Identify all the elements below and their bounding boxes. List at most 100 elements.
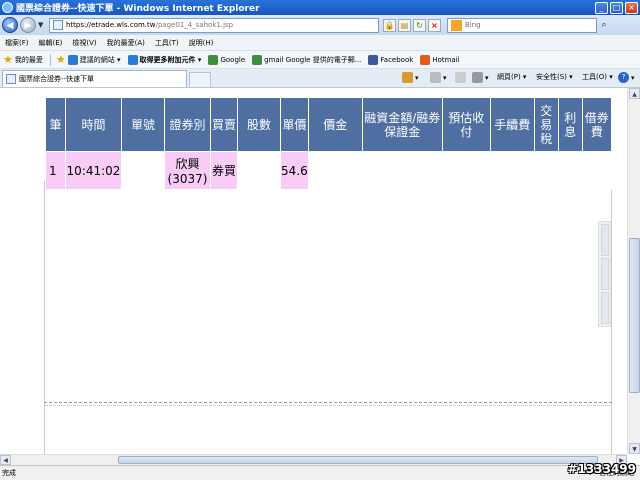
page-content: 筆 時間 單號 證券別 買賣 股數 單價 價金 融資金額/融券保證金 預估收付 … — [0, 88, 627, 454]
column-header: 交易稅 — [533, 97, 559, 152]
menu-file[interactable]: 檔案(F) — [5, 38, 29, 48]
scroll-segment — [601, 224, 609, 256]
search-box[interactable] — [447, 17, 597, 33]
navigation-bar: ◀ ▶ ▼ https://etrade.wls.com.tw/page01_4… — [0, 15, 640, 35]
scroll-down-icon[interactable]: ▼ — [629, 443, 640, 454]
column-header: 融資金額/融券保證金 — [361, 97, 443, 152]
address-tools: 🔒 ▤ ↻ × — [383, 18, 443, 32]
column-header: 單號 — [121, 97, 165, 152]
order-table: 筆 時間 單號 證券別 買賣 股數 單價 價金 融資金額/融券保證金 預估收付 … — [45, 97, 612, 190]
column-header: 手續費 — [489, 97, 535, 152]
minimize-button[interactable]: _ — [595, 1, 608, 14]
column-header: 時間 — [65, 97, 122, 152]
ie-icon — [67, 54, 78, 65]
column-header: 股數 — [237, 97, 281, 152]
forward-button[interactable]: ▶ — [20, 17, 36, 33]
scroll-left-icon[interactable]: ◀ — [0, 455, 11, 465]
title-bar: 國票綜合證券--快速下單 - Windows Internet Explorer… — [0, 0, 640, 15]
maximize-button[interactable]: □ — [610, 1, 623, 14]
print-icon — [472, 72, 483, 83]
status-bar: 完成 ✔ 信任的網站 — [0, 465, 640, 480]
tab-label: 國票綜合證券--快速下單 — [19, 75, 95, 83]
star-icon: ★ — [3, 52, 13, 66]
cell-borrow-fee — [581, 151, 612, 190]
favorites-button[interactable]: ★ 我的最愛 — [3, 52, 43, 66]
column-header: 買賣 — [210, 97, 238, 152]
bing-icon — [451, 19, 462, 31]
menu-help[interactable]: 說明(H) — [189, 38, 214, 48]
print-button[interactable]: ▾ — [472, 72, 489, 83]
search-icon[interactable]: ⌕ — [597, 18, 611, 33]
new-tab-button[interactable] — [189, 72, 211, 87]
compatibility-view-icon[interactable]: ▤ — [398, 18, 411, 32]
scroll-thumb[interactable] — [118, 456, 598, 464]
safety-menu[interactable]: 安全性(S) ▾ — [536, 72, 573, 82]
column-header: 利息 — [557, 97, 583, 152]
tab-active[interactable]: 國票綜合證券--快速下單 — [2, 70, 187, 87]
vertical-scrollbar[interactable]: ▲ ▼ — [627, 88, 640, 454]
favorite-get-addons[interactable]: 取得更多附加元件 ▾ — [127, 54, 201, 65]
refresh-icon[interactable]: ↻ — [413, 18, 426, 32]
help-button[interactable]: ? ▾ — [618, 72, 635, 83]
cell-fee — [489, 151, 535, 190]
page-icon — [53, 20, 63, 30]
cell-tax — [533, 151, 559, 190]
menu-edit[interactable]: 編輯(E) — [39, 38, 63, 48]
facebook-icon — [368, 54, 379, 65]
horizontal-scrollbar[interactable]: ◀ ▶ — [0, 454, 627, 465]
cell-price: 54.6 — [280, 151, 309, 190]
stop-icon[interactable]: × — [428, 18, 441, 32]
favorite-hotmail[interactable]: Hotmail — [420, 54, 460, 65]
back-button[interactable]: ◀ — [2, 17, 18, 33]
divider — [49, 53, 51, 66]
home-button[interactable]: ▾ — [402, 72, 419, 83]
feeds-button[interactable]: ▾ — [430, 72, 447, 83]
scroll-thumb[interactable] — [629, 238, 640, 393]
cell-interest — [557, 151, 583, 190]
close-button[interactable]: × — [625, 1, 638, 14]
column-header: 筆 — [45, 97, 66, 152]
cell-side: 券買 — [210, 151, 238, 190]
column-header: 證券別 — [164, 97, 211, 152]
tab-bar: 國票綜合證券--快速下單 ▾ ▾ ▾ 網頁(P) ▾ 安全性(S) ▾ 工具(O… — [0, 69, 640, 88]
google-icon — [208, 54, 219, 65]
divider — [44, 405, 612, 406]
rss-icon — [430, 72, 441, 83]
url-path: /page01_4_sahok1.jsp — [155, 21, 234, 29]
scroll-up-icon[interactable]: ▲ — [629, 88, 640, 99]
lock-icon[interactable]: 🔒 — [383, 18, 396, 32]
table-row[interactable]: 1 10:41:02 欣興(3037) 券買 54.6 — [45, 151, 612, 190]
addon-icon — [127, 54, 138, 65]
msn-icon — [420, 54, 431, 65]
favorite-suggested-sites[interactable]: 建議的網站 ▾ — [67, 54, 121, 65]
cell-seq: 1 — [45, 151, 66, 190]
url-host: https://etrade.wls.com.tw — [66, 21, 156, 29]
favorites-bar: ★ 我的最愛 ★ 建議的網站 ▾ 取得更多附加元件 ▾ Google gmail… — [0, 51, 640, 69]
search-input[interactable] — [465, 21, 575, 29]
cell-est-settle — [441, 151, 491, 190]
mail-button[interactable] — [455, 72, 468, 83]
status-text: 完成 — [2, 469, 16, 477]
address-field[interactable]: https://etrade.wls.com.tw/page01_4_sahok… — [49, 17, 379, 33]
recent-pages-dropdown-icon[interactable]: ▼ — [38, 21, 46, 29]
inner-scrollbar[interactable] — [598, 221, 611, 327]
tools-menu[interactable]: 工具(O) ▾ — [582, 72, 613, 82]
window-title: 國票綜合證券--快速下單 - Windows Internet Explorer — [16, 4, 260, 14]
scroll-segment — [601, 292, 609, 324]
google-icon — [252, 54, 263, 65]
menu-favorites[interactable]: 我的最愛(A) — [107, 38, 145, 48]
menu-tools[interactable]: 工具(T) — [155, 38, 179, 48]
cell-shares — [237, 151, 281, 190]
menu-view[interactable]: 檢視(V) — [72, 38, 96, 48]
page-menu[interactable]: 網頁(P) ▾ — [497, 72, 526, 82]
table-header-row: 筆 時間 單號 證券別 買賣 股數 單價 價金 融資金額/融券保證金 預估收付 … — [45, 97, 612, 152]
favorite-facebook[interactable]: Facebook — [368, 54, 413, 65]
favorite-google[interactable]: Google — [208, 54, 245, 65]
page-icon — [6, 74, 16, 84]
cell-order-no — [121, 151, 165, 190]
add-favorite-icon[interactable]: ★ — [56, 54, 66, 65]
order-frame — [44, 181, 612, 454]
favorite-gmail[interactable]: gmail Google 提供的電子郵... — [252, 54, 361, 65]
cell-time: 10:41:02 — [65, 151, 122, 190]
divider — [44, 402, 612, 403]
